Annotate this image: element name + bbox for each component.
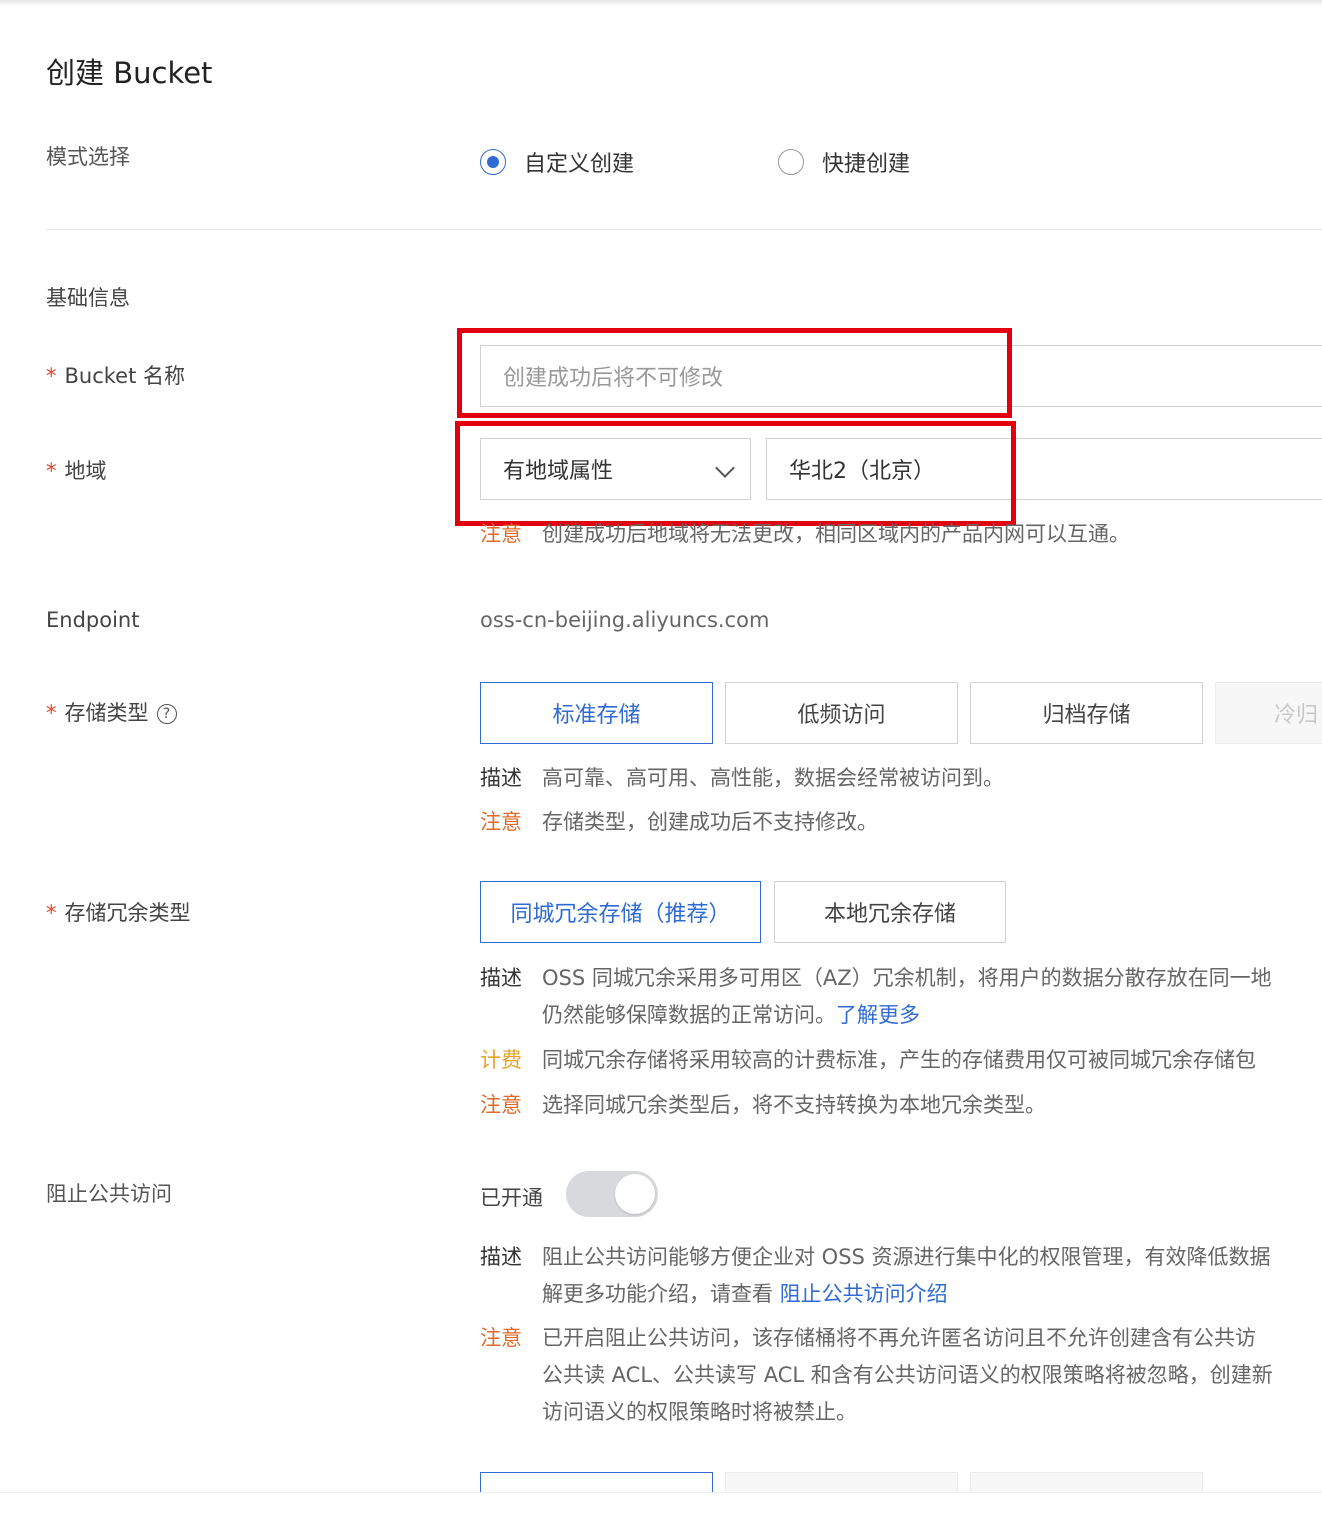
bucket-name-label-text: Bucket 名称 [64, 364, 186, 388]
section-title-basic: 基础信息 [46, 286, 130, 310]
block-public-desc-line1: 阻止公共访问能够方便企业对 OSS 资源进行集中化的权限管理，有效降低数据 [542, 1245, 1271, 1269]
question-circle-icon[interactable]: ? [156, 704, 177, 724]
required-mark: * [46, 901, 57, 925]
block-public-note-line3: 访问语义的权限策略时将被禁止。 [542, 1400, 857, 1424]
radio-checked-icon[interactable] [480, 149, 506, 175]
storage-class-label: * 存储类型? [46, 697, 177, 727]
block-public-note-line2: 公共读 ACL、公共读写 ACL 和含有公共访问语义的权限策略将被忽略，创建新 [542, 1363, 1273, 1387]
block-public-status: 已开通 [480, 1186, 543, 1210]
note-key: 注意 [480, 522, 522, 546]
region-label-text: 地域 [64, 459, 107, 483]
radio-quick-create[interactable]: 快捷创建 [778, 146, 910, 178]
redundancy-desc: 描述 OSS 同城冗余采用多可用区（AZ）冗余机制，将用户的数据分散存放在同一地 … [480, 960, 1322, 1034]
required-mark: * [46, 459, 57, 483]
fee-key: 计费 [480, 1048, 522, 1072]
desc-key: 描述 [480, 966, 522, 990]
block-public-note-line1: 已开启阻止公共访问，该存储桶将不再允许匿名访问且不允许创建含有公共访 [542, 1326, 1256, 1350]
note-key: 注意 [480, 1326, 522, 1350]
learn-more-link[interactable]: 了解更多 [836, 1003, 920, 1027]
radio-quick-create-label: 快捷创建 [822, 152, 911, 177]
redundancy-fee-text: 同城冗余存储将采用较高的计费标准，产生的存储费用仅可被同城冗余存储包 [542, 1048, 1256, 1072]
block-public-toggle[interactable] [566, 1171, 658, 1217]
redundancy-fee: 计费 同城冗余存储将采用较高的计费标准，产生的存储费用仅可被同城冗余存储包 [480, 1042, 1322, 1079]
redundancy-note: 注意 选择同城冗余类型后，将不支持转换为本地冗余类型。 [480, 1087, 1046, 1124]
storage-class-desc-text: 高可靠、高可用、高性能，数据会经常被访问到。 [542, 766, 1004, 790]
block-public-intro-link[interactable]: 阻止公共访问介绍 [780, 1282, 948, 1306]
endpoint-value: oss-cn-beijing.aliyuncs.com [480, 608, 770, 632]
storage-standard-button[interactable]: 标准存储 [480, 682, 713, 744]
highlight-box-region [455, 421, 1016, 526]
redundancy-label: * 存储冗余类型 [46, 897, 191, 927]
highlight-box-bucket-name [457, 328, 1012, 418]
storage-ia-button[interactable]: 低频访问 [725, 682, 958, 744]
page-title: 创建 Bucket [46, 56, 213, 90]
redundancy-lrs-button[interactable]: 本地冗余存储 [774, 881, 1006, 943]
top-shadow [0, 0, 1322, 6]
radio-custom-create[interactable]: 自定义创建 [480, 146, 634, 178]
storage-archive-button[interactable]: 归档存储 [970, 682, 1203, 744]
block-public-desc: 描述 阻止公共访问能够方便企业对 OSS 资源进行集中化的权限管理，有效降低数据 … [480, 1239, 1322, 1313]
redundancy-zrs-button[interactable]: 同城冗余存储（推荐） [480, 881, 761, 943]
endpoint-label: Endpoint [46, 608, 140, 632]
note-key: 注意 [480, 1093, 522, 1117]
required-mark: * [46, 701, 57, 725]
storage-class-note-text: 存储类型，创建成功后不支持修改。 [542, 810, 878, 834]
block-public-note: 注意 已开启阻止公共访问，该存储桶将不再允许匿名访问且不允许创建含有公共访 公共读… [480, 1320, 1322, 1431]
region-note-text: 创建成功后地域将无法更改，相同区域内的产品内网可以互通。 [542, 522, 1130, 546]
redundancy-note-text: 选择同城冗余类型后，将不支持转换为本地冗余类型。 [542, 1093, 1046, 1117]
bucket-name-label: * Bucket 名称 [46, 360, 185, 390]
storage-class-desc: 描述 高可靠、高可用、高性能，数据会经常被访问到。 [480, 760, 1004, 797]
region-label: * 地域 [46, 455, 107, 485]
bottom-footer-area [0, 1492, 1322, 1536]
required-mark: * [46, 364, 57, 388]
toggle-knob [615, 1174, 655, 1214]
section-divider [46, 229, 1322, 230]
block-public-desc-line2: 解更多功能介绍，请查看 [542, 1282, 773, 1306]
radio-custom-create-label: 自定义创建 [524, 152, 635, 177]
region-note: 注意 创建成功后地域将无法更改，相同区域内的产品内网可以互通。 [480, 516, 1130, 553]
desc-key: 描述 [480, 766, 522, 790]
desc-key: 描述 [480, 1245, 522, 1269]
storage-class-note: 注意 存储类型，创建成功后不支持修改。 [480, 804, 878, 841]
note-key: 注意 [480, 810, 522, 834]
block-public-label: 阻止公共访问 [46, 1182, 172, 1206]
storage-class-label-text: 存储类型 [64, 701, 149, 725]
mode-label: 模式选择 [46, 145, 130, 169]
radio-unchecked-icon[interactable] [778, 149, 804, 175]
storage-cold-archive-button: 冷归 [1215, 682, 1322, 744]
redundancy-desc-line2: 仍然能够保障数据的正常访问。 [542, 1003, 836, 1027]
redundancy-desc-line1: OSS 同城冗余采用多可用区（AZ）冗余机制，将用户的数据分散存放在同一地 [542, 966, 1272, 990]
redundancy-label-text: 存储冗余类型 [64, 901, 191, 925]
